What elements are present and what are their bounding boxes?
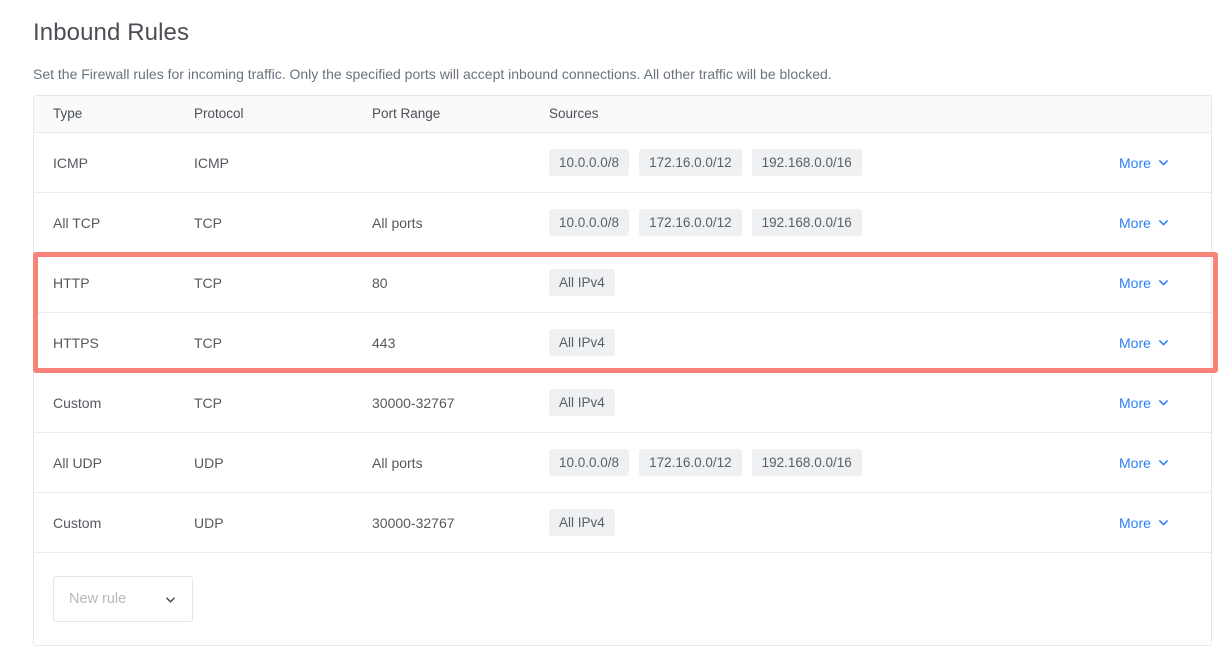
firewall-rules-table: Type Protocol Port Range Sources ICMP ICM…	[33, 95, 1212, 646]
cell-type: HTTP	[53, 274, 90, 291]
table-row: ICMP ICMP 10.0.0.0/8 172.16.0.0/12 192.168.0…	[34, 133, 1211, 193]
table-footer: New rule	[34, 553, 1211, 645]
column-header-type: Type	[53, 106, 83, 121]
cell-port-range: 30000-32767	[372, 514, 455, 531]
table-row: HTTP TCP 80 All IPv4 More	[34, 253, 1211, 313]
cell-protocol: ICMP	[194, 154, 229, 171]
cell-sources: All IPv4	[549, 269, 1119, 296]
page-description: Set the Firewall rules for incoming traf…	[33, 66, 832, 82]
page-title: Inbound Rules	[33, 19, 190, 46]
source-tag: 10.0.0.0/8	[549, 149, 630, 176]
cell-protocol: UDP	[194, 514, 224, 531]
cell-port-range: All ports	[372, 454, 423, 471]
more-button[interactable]: More	[1119, 274, 1211, 292]
cell-port-range: 30000-32767	[372, 394, 455, 411]
chevron-down-icon	[1158, 277, 1169, 288]
more-label: More	[1119, 154, 1151, 171]
cell-sources: 10.0.0.0/8 172.16.0.0/12 192.168.0.0/16	[549, 449, 1119, 476]
more-label: More	[1119, 394, 1151, 411]
source-tag: 192.168.0.0/16	[751, 149, 862, 176]
cell-type: All TCP	[53, 214, 101, 231]
chevron-down-icon	[1158, 217, 1169, 228]
chevron-down-icon	[1158, 337, 1169, 348]
table-row: Custom TCP 30000-32767 All IPv4 More	[34, 373, 1211, 433]
source-tag: 172.16.0.0/12	[639, 209, 742, 236]
cell-type: All UDP	[53, 454, 103, 471]
more-button[interactable]: More	[1119, 214, 1211, 232]
table-row: All TCP TCP All ports 10.0.0.0/8 172.16.0.0/…	[34, 193, 1211, 253]
source-tag: All IPv4	[549, 389, 615, 416]
chevron-down-icon	[1158, 157, 1169, 168]
more-label: More	[1119, 454, 1151, 471]
more-label: More	[1119, 214, 1151, 231]
table-body: ICMP ICMP 10.0.0.0/8 172.16.0.0/12 192.168.0…	[34, 133, 1211, 553]
chevron-down-icon	[1158, 397, 1169, 408]
more-button[interactable]: More	[1119, 394, 1211, 412]
source-tag: 192.168.0.0/16	[751, 209, 862, 236]
source-tag: 10.0.0.0/8	[549, 449, 630, 476]
column-header-protocol: Protocol	[194, 106, 244, 121]
cell-sources: All IPv4	[549, 329, 1119, 356]
more-button[interactable]: More	[1119, 154, 1211, 172]
chevron-down-icon	[1158, 457, 1169, 468]
chevron-down-icon	[164, 593, 177, 606]
cell-protocol: TCP	[194, 334, 222, 351]
more-label: More	[1119, 334, 1151, 351]
source-tag: All IPv4	[549, 269, 615, 296]
table-header-row: Type Protocol Port Range Sources	[34, 96, 1211, 133]
cell-type: Custom	[53, 394, 102, 411]
more-label: More	[1119, 274, 1151, 291]
cell-protocol: TCP	[194, 394, 222, 411]
more-button[interactable]: More	[1119, 454, 1211, 472]
table-row: All UDP UDP All ports 10.0.0.0/8 172.16.0.0/…	[34, 433, 1211, 493]
source-tag: All IPv4	[549, 509, 615, 536]
cell-port-range: 80	[372, 274, 388, 291]
cell-type: HTTPS	[53, 334, 99, 351]
table-row: HTTPS TCP 443 All IPv4 More	[34, 313, 1211, 373]
more-label: More	[1119, 514, 1151, 531]
cell-protocol: UDP	[194, 454, 224, 471]
source-tag: 172.16.0.0/12	[639, 149, 742, 176]
cell-sources: 10.0.0.0/8 172.16.0.0/12 192.168.0.0/16	[549, 209, 1119, 236]
source-tag: 172.16.0.0/12	[639, 449, 742, 476]
cell-sources: All IPv4	[549, 389, 1119, 416]
source-tag: 10.0.0.0/8	[549, 209, 630, 236]
source-tag: All IPv4	[549, 329, 615, 356]
cell-sources: 10.0.0.0/8 172.16.0.0/12 192.168.0.0/16	[549, 149, 1119, 176]
new-rule-label: New rule	[69, 591, 127, 607]
column-header-sources: Sources	[549, 106, 599, 121]
cell-type: ICMP	[53, 154, 88, 171]
cell-port-range: All ports	[372, 214, 423, 231]
cell-sources: All IPv4	[549, 509, 1119, 536]
cell-type: Custom	[53, 514, 102, 531]
source-tag: 192.168.0.0/16	[751, 449, 862, 476]
cell-port-range: 443	[372, 334, 396, 351]
new-rule-select[interactable]: New rule	[53, 576, 193, 622]
cell-protocol: TCP	[194, 214, 222, 231]
more-button[interactable]: More	[1119, 514, 1211, 532]
inbound-rules-page: Inbound Rules Set the Firewall rules for…	[0, 0, 1232, 648]
chevron-down-icon	[1158, 517, 1169, 528]
column-header-port-range: Port Range	[372, 106, 441, 121]
table-row: Custom UDP 30000-32767 All IPv4 More	[34, 493, 1211, 553]
cell-protocol: TCP	[194, 274, 222, 291]
more-button[interactable]: More	[1119, 334, 1211, 352]
